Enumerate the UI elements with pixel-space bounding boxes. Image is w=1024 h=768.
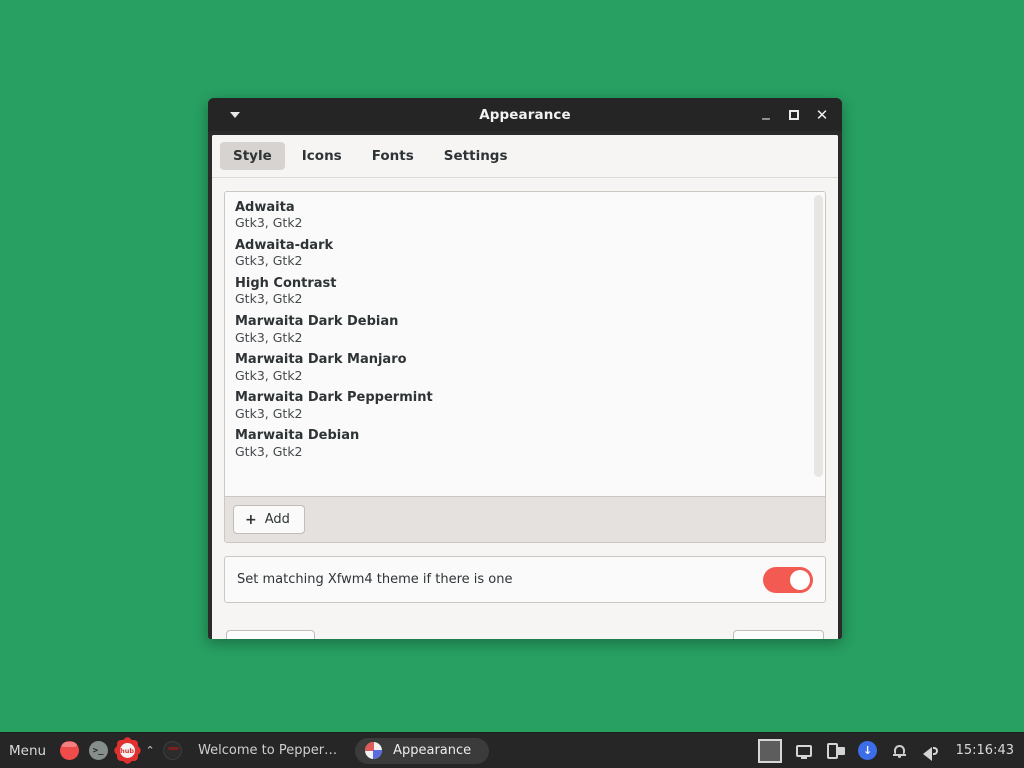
theme-variants: Gtk3, Gtk2 [235,443,303,459]
update-icon: ↓ [858,741,878,760]
window-inner: Style Icons Fonts Settings Adwaita Gtk3,… [212,135,838,639]
theme-list: Adwaita Gtk3, Gtk2 Adwaita-dark Gtk3, Gt… [225,192,825,464]
dark-app-icon [162,741,182,760]
taskbar-window-appearance[interactable]: Appearance [355,737,490,764]
terminal-icon: >_ [88,741,108,760]
sound-wave [932,746,938,755]
close-dialog-button[interactable]: ✕ Close [732,629,824,640]
theme-name: Adwaita-dark [235,238,334,254]
window-menu-button[interactable] [220,102,250,128]
theme-variants: Gtk3, Gtk2 [235,291,303,307]
toggle-knob [790,569,810,590]
close-button-label: Close [771,639,806,640]
plug-shape [836,746,845,755]
theme-list-toolbar: + Add [225,496,825,542]
display-tray-button[interactable] [792,739,816,763]
theme-variants: Gtk3, Gtk2 [235,253,303,269]
notification-tray-button[interactable] [888,739,912,763]
xfwm4-option-row: Set matching Xfwm4 theme if there is one [224,556,826,603]
help-button[interactable]: Help [226,629,315,640]
hub-icon-label: hub [119,743,135,758]
scrollbar-thumb[interactable] [814,195,823,477]
taskbar: Menu >_ hub ⌃ Welcome to Pepper… Appeara… [0,732,1024,768]
list-item[interactable]: Marwaita Dark Debian Gtk3, Gtk2 [225,311,825,349]
tab-style[interactable]: Style [220,142,285,170]
update-tray-button[interactable]: ↓ [856,739,880,763]
theme-name: Marwaita Dark Manjaro [235,352,407,368]
window-title: Appearance [479,106,571,123]
window-titlebar[interactable]: Appearance _ ✕ [208,98,842,131]
appearance-icon [365,742,383,759]
chevron-down-icon [230,111,240,118]
appearance-window: Appearance _ ✕ Style Icons Fonts Setting… [208,98,842,639]
add-button-label: Add [264,512,290,527]
hub-launcher[interactable]: hub [112,735,142,766]
help-button-label: Help [267,639,297,640]
power-battery-icon [826,742,845,759]
style-tab-content: Adwaita Gtk3, Gtk2 Adwaita-dark Gtk3, Gt… [212,178,838,615]
volume-tray-button[interactable] [920,739,944,763]
tab-bar: Style Icons Fonts Settings [212,135,838,178]
close-button[interactable]: ✕ [808,101,836,129]
list-item[interactable]: Adwaita-dark Gtk3, Gtk2 [225,235,825,273]
maximize-icon [789,109,799,120]
list-item[interactable]: High Contrast Gtk3, Gtk2 [225,273,825,311]
display-icon [795,744,812,759]
dialog-footer: Help ✕ Close [212,615,838,639]
theme-variants: Gtk3, Gtk2 [235,367,303,383]
tab-settings[interactable]: Settings [431,142,521,170]
theme-name: Adwaita [235,200,295,215]
add-button[interactable]: + Add [233,505,305,534]
firefox-icon [59,741,79,760]
minimize-icon: _ [762,101,770,120]
list-item[interactable]: Marwaita Dark Manjaro Gtk3, Gtk2 [225,349,825,387]
list-item[interactable]: Marwaita Dark Peppermint Gtk3, Gtk2 [225,387,825,425]
xfwm4-toggle-switch[interactable] [763,566,813,593]
window-controls: _ ✕ [752,101,836,129]
menu-button[interactable]: Menu [0,743,56,759]
tab-fonts[interactable]: Fonts [359,142,427,170]
power-tray-button[interactable] [824,739,848,763]
desktop-background: Appearance _ ✕ Style Icons Fonts Setting… [0,0,1024,736]
taskbar-window-welcome[interactable]: Welcome to Pepper… [188,738,355,764]
theme-variants: Gtk3, Gtk2 [235,215,303,231]
plus-icon: + [245,511,257,528]
notification-bell-icon [893,744,907,758]
hub-icon: hub [112,735,142,766]
theme-name: Marwaita Dark Peppermint [235,390,433,406]
bell-clapper [898,755,902,758]
window-body: Style Icons Fonts Settings Adwaita Gtk3,… [208,131,842,639]
firefox-launcher[interactable] [56,738,82,764]
theme-name: Marwaita Dark Debian [235,314,399,330]
dark-app-launcher[interactable] [159,738,185,764]
theme-list-scroll-area[interactable]: Adwaita Gtk3, Gtk2 Adwaita-dark Gtk3, Gt… [225,192,825,496]
taskbar-window-label: Welcome to Pepper… [198,743,338,758]
close-icon: ✕ [815,105,829,124]
tab-icons[interactable]: Icons [289,142,355,170]
taskbar-window-label: Appearance [393,743,472,758]
battery-body [826,742,838,759]
vertical-scrollbar[interactable] [814,195,823,477]
theme-variants: Gtk3, Gtk2 [235,405,303,421]
speaker-cone [922,746,932,761]
maximize-button[interactable] [780,101,808,129]
theme-name: High Contrast [235,276,337,292]
list-item[interactable]: Adwaita Gtk3, Gtk2 [225,197,825,235]
xfwm4-option-label: Set matching Xfwm4 theme if there is one [237,572,513,587]
show-desktop-icon[interactable] [757,738,782,763]
bell-body [894,744,906,754]
caret-up-icon[interactable]: ⌃ [143,744,157,757]
theme-list-frame: Adwaita Gtk3, Gtk2 Adwaita-dark Gtk3, Gt… [224,191,826,543]
clock[interactable]: 15:16:43 [948,743,1024,758]
minimize-button[interactable]: _ [752,101,780,129]
list-item[interactable]: Marwaita Debian Gtk3, Gtk2 [225,425,825,463]
terminal-launcher[interactable]: >_ [85,738,111,764]
theme-name: Marwaita Debian [235,428,360,444]
theme-variants: Gtk3, Gtk2 [235,329,303,345]
volume-icon [922,744,941,761]
